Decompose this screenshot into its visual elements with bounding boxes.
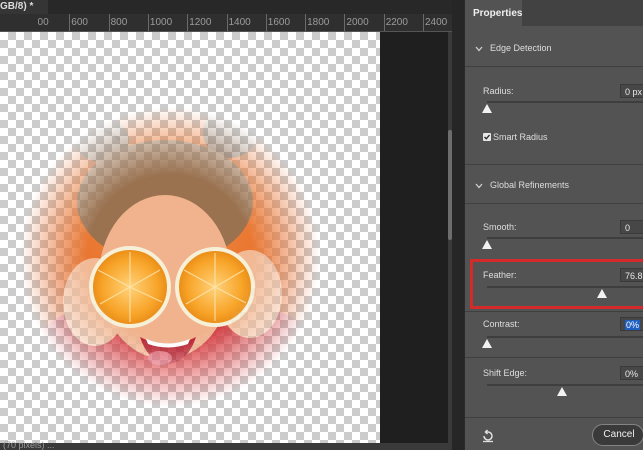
ruler-label: 400 xyxy=(38,17,49,28)
panel-gutter xyxy=(452,0,464,450)
cancel-button[interactable]: Cancel xyxy=(592,424,643,446)
smooth-label: Smooth: xyxy=(483,222,517,232)
ruler-label: 600 xyxy=(71,17,88,28)
ruler-tick xyxy=(108,14,110,31)
ruler-label: 2200 xyxy=(385,17,408,28)
edge-detection-label: Edge Detection xyxy=(490,43,552,53)
document-tab-title: GB/8) * xyxy=(0,1,34,12)
smart-radius-label: Smart Radius xyxy=(493,132,548,142)
radius-field[interactable]: 0 px xyxy=(620,84,643,98)
panel-footer: Cancel xyxy=(465,417,643,450)
radius-slider-thumb[interactable] xyxy=(482,104,492,113)
section-divider xyxy=(465,311,643,312)
feather-slider[interactable] xyxy=(487,286,643,288)
feather-field[interactable]: 76.8 xyxy=(620,268,643,282)
global-refinements-label: Global Refinements xyxy=(490,180,570,190)
smooth-value: 0 xyxy=(625,223,631,233)
chevron-down-icon[interactable] xyxy=(474,44,484,54)
shift-edge-slider[interactable] xyxy=(487,384,643,386)
contrast-slider[interactable] xyxy=(487,336,643,338)
ruler-label: 2000 xyxy=(346,17,369,28)
smooth-field[interactable]: 0 xyxy=(620,220,643,234)
feather-highlight-box xyxy=(470,259,643,309)
ruler-tick xyxy=(147,14,149,31)
ruler-label: 1400 xyxy=(228,17,251,28)
feather-slider-thumb[interactable] xyxy=(597,289,608,298)
ruler-label: 1200 xyxy=(189,17,212,28)
ruler-tick xyxy=(265,14,267,31)
shift-edge-field[interactable]: 0% xyxy=(620,366,643,380)
ruler-tick xyxy=(69,14,71,31)
ruler-tick xyxy=(187,14,189,31)
shift-edge-slider-thumb[interactable] xyxy=(557,387,567,396)
ruler-tick xyxy=(423,14,424,31)
shift-edge-label: Shift Edge: xyxy=(483,368,528,378)
tab-properties[interactable]: Properties xyxy=(465,0,522,26)
ruler-label: 1000 xyxy=(149,17,173,28)
tab-properties-label: Properties xyxy=(473,8,523,19)
feather-label: Feather: xyxy=(483,270,517,280)
smart-radius-checkbox[interactable] xyxy=(483,133,491,141)
status-text: (70 pixels) ... xyxy=(3,440,55,450)
panel-tab-bar: Properties xyxy=(465,0,643,26)
edge-detection-header[interactable]: Edge Detection xyxy=(465,41,643,59)
smooth-slider[interactable] xyxy=(487,237,643,239)
section-divider xyxy=(465,357,643,358)
image-canvas[interactable] xyxy=(0,32,380,443)
feather-value: 76.8 xyxy=(625,271,643,281)
contrast-slider-thumb[interactable] xyxy=(482,339,492,348)
ruler-label: 800 xyxy=(110,17,128,28)
ruler-label: 1600 xyxy=(267,17,291,28)
section-divider xyxy=(465,66,643,67)
reset-icon[interactable] xyxy=(481,429,495,443)
ruler-tick xyxy=(344,14,346,31)
contrast-field[interactable]: 0% xyxy=(620,317,643,331)
feathered-photo xyxy=(0,72,380,443)
horizontal-ruler: 400 600 800 1000 1200 1400 1600 1800 2000 2200 240… xyxy=(38,14,452,32)
ruler-tick xyxy=(226,14,228,31)
radius-label: Radius: xyxy=(483,86,514,96)
smooth-slider-thumb[interactable] xyxy=(482,240,492,249)
radius-value: 0 px xyxy=(625,87,643,97)
properties-panel: Properties Edge Detection Radius: 0 px S… xyxy=(464,0,643,450)
ruler-tick xyxy=(305,14,307,31)
contrast-value: 0% xyxy=(625,320,641,330)
ruler-label: 1800 xyxy=(307,17,330,28)
status-bar: (70 pixels) ... xyxy=(0,440,452,450)
section-divider xyxy=(465,164,643,165)
shift-edge-value: 0% xyxy=(625,369,639,379)
radius-slider[interactable] xyxy=(487,101,643,103)
ruler-label: 2400 xyxy=(425,17,448,28)
pasteboard xyxy=(380,32,452,443)
checkmark-icon xyxy=(484,134,490,140)
global-refinements-header[interactable]: Global Refinements xyxy=(465,178,643,196)
ruler-corner xyxy=(0,14,38,32)
section-divider xyxy=(465,203,643,204)
document-area: GB/8) * 400 600 800 1000 1200 1400 1600 1800 200… xyxy=(0,0,452,450)
chevron-down-icon[interactable] xyxy=(474,181,484,191)
contrast-label: Contrast: xyxy=(483,319,520,329)
cancel-button-label: Cancel xyxy=(603,429,635,440)
ruler-tick xyxy=(383,14,385,31)
